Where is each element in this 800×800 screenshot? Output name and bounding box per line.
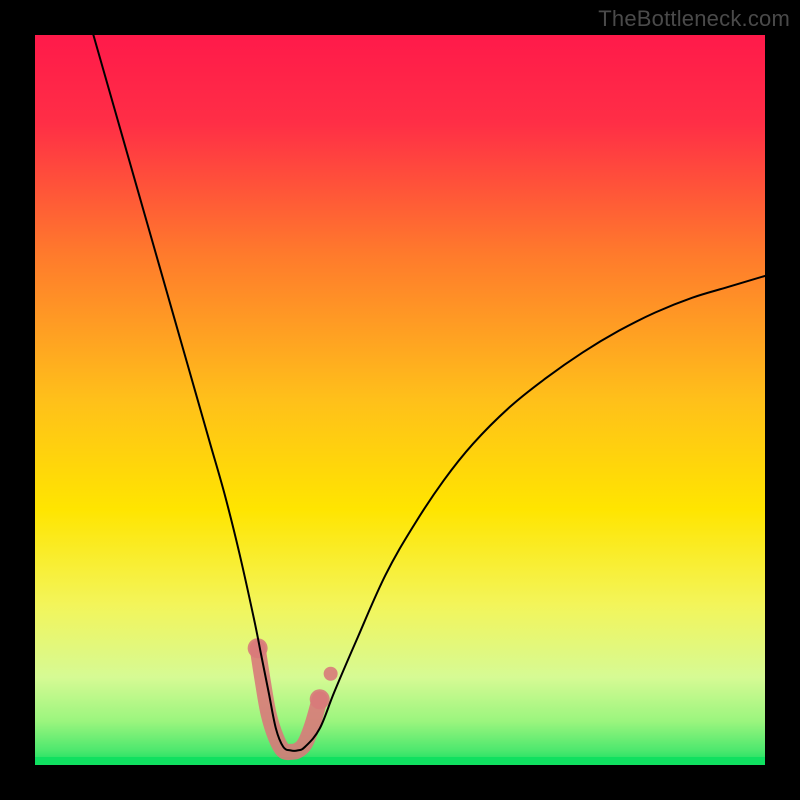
- plot-area: [35, 35, 765, 765]
- bottleneck-curve: [93, 35, 765, 751]
- chart-frame: TheBottleneck.com: [0, 0, 800, 800]
- curve-layer: [35, 35, 765, 765]
- highlight-extra-dot: [324, 667, 338, 681]
- trough-highlight: [248, 638, 330, 752]
- watermark-text: TheBottleneck.com: [598, 6, 790, 32]
